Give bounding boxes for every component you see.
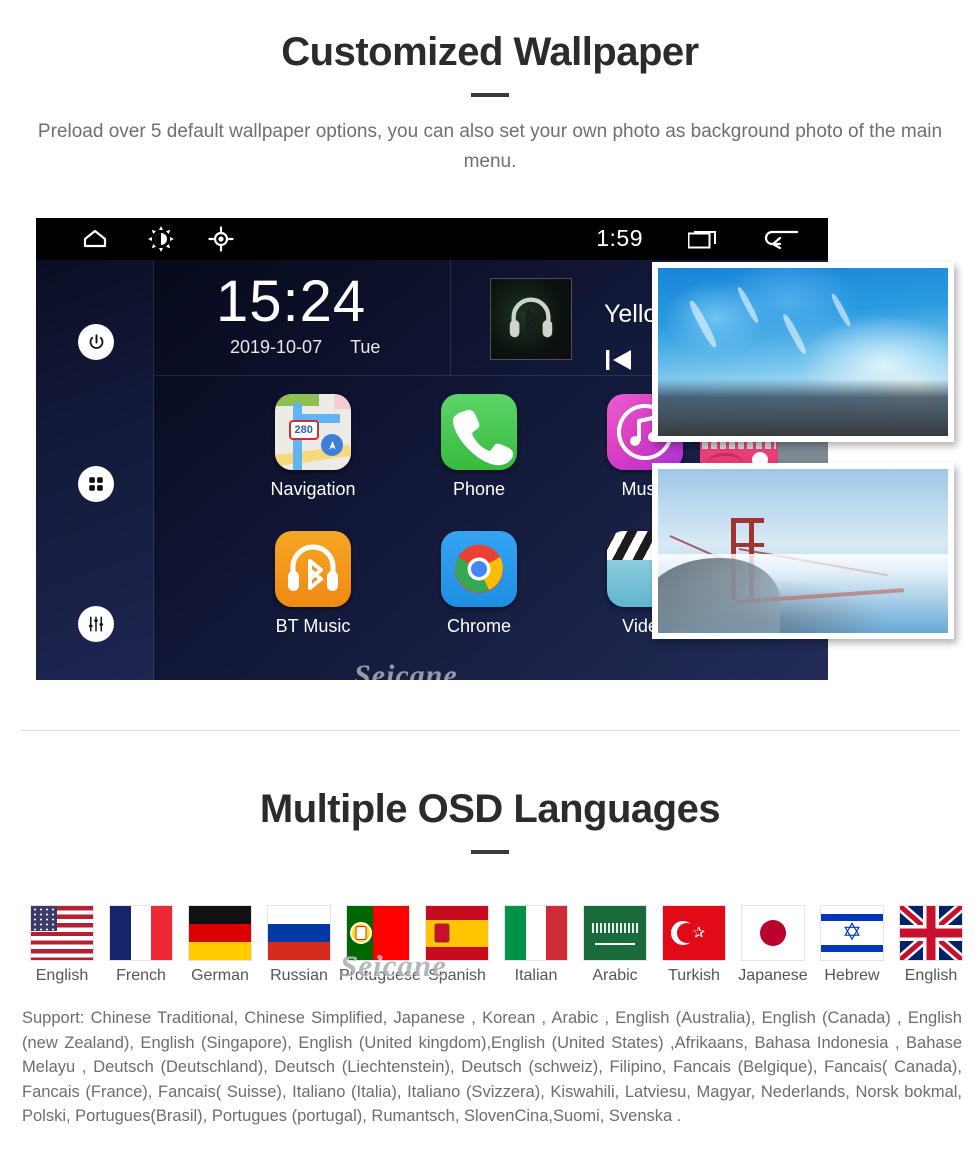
power-button[interactable] (78, 324, 114, 360)
languages-title: Multiple OSD Languages (259, 787, 721, 831)
flag-label: Arabic (592, 967, 638, 984)
language-option-english-us[interactable]: English (23, 905, 101, 985)
apps-button[interactable] (78, 466, 114, 502)
flag-label: Hebrew (824, 967, 880, 984)
app-navigation[interactable]: 280 Navigation (258, 394, 368, 500)
language-option-japanese[interactable]: Japanese (734, 905, 812, 985)
language-option-french[interactable]: French (102, 905, 180, 985)
flag-israel-icon: ✡ (820, 905, 884, 961)
languages-section-header: Multiple OSD Languages (0, 787, 980, 854)
status-bar-clock: 1:59 (596, 225, 643, 251)
flag-japan-icon (741, 905, 805, 961)
app-phone[interactable]: Phone (424, 394, 534, 500)
app-chrome[interactable]: Chrome (424, 531, 534, 637)
wallpaper-subtitle: Preload over 5 default wallpaper options… (37, 121, 943, 172)
ice-cave-wallpaper[interactable] (652, 262, 954, 442)
flag-turkey-icon: ✰ (662, 905, 726, 961)
title-divider (471, 93, 509, 97)
flag-label: Japanese (738, 967, 808, 984)
flag-label: Italian (514, 967, 558, 984)
flag-label: English (904, 967, 958, 984)
flag-label: Russian (270, 967, 328, 984)
clock-weekday: Tue (350, 337, 381, 357)
app-bt-music[interactable]: BT Music (258, 531, 368, 637)
pink-wallpaper-bar (702, 442, 776, 449)
language-option-arabic[interactable]: Arabic (576, 905, 654, 985)
clock-time: 15:24 (216, 269, 367, 334)
maps-icon: 280 (275, 394, 351, 470)
previous-track-icon[interactable] (604, 348, 634, 372)
app-label: Chrome (446, 616, 512, 636)
chrome-icon (441, 531, 517, 607)
left-rail (36, 260, 154, 680)
flag-label: Turkish (668, 967, 720, 984)
app-label: BT Music (275, 616, 351, 636)
phone-icon (441, 394, 517, 470)
gps-icon[interactable] (208, 226, 234, 252)
watermark-seicane: Seicane (340, 948, 447, 983)
flag-russia-icon (267, 905, 331, 961)
language-option-turkish[interactable]: ✰ Turkish (655, 905, 733, 985)
app-label: Navigation (270, 479, 356, 499)
clock-date: 2019-10-07 (230, 337, 323, 357)
page-title: Customized Wallpaper (281, 30, 699, 74)
flag-uk-icon (899, 905, 963, 961)
bluetooth-music-icon (275, 531, 351, 607)
language-option-russian[interactable]: Russian (260, 905, 338, 985)
flag-usa-icon (30, 905, 94, 961)
home-icon[interactable] (82, 226, 108, 252)
title-divider (471, 850, 509, 854)
flag-saudi-arabia-icon (583, 905, 647, 961)
flag-label: English (35, 967, 89, 984)
flag-italy-icon (504, 905, 568, 961)
watermark-seicane: Seicane (354, 659, 458, 680)
equalizer-button[interactable] (78, 606, 114, 642)
route-badge: 280 (288, 419, 319, 440)
pink-radio-wallpaper[interactable] (700, 440, 778, 464)
bridge-crossbeam (730, 542, 764, 547)
golden-gate-wallpaper[interactable] (652, 463, 954, 639)
recents-icon[interactable] (687, 229, 718, 249)
panel-divider (450, 260, 451, 376)
flag-strip: English French German Russian Protuguese… (0, 905, 980, 997)
product-feature-page: Customized Wallpaper Preload over 5 defa… (0, 0, 980, 1162)
flag-france-icon (109, 905, 173, 961)
flag-germany-icon (188, 905, 252, 961)
supported-languages-text: Support: Chinese Traditional, Chinese Si… (22, 1009, 962, 1125)
flag-label: French (116, 967, 166, 984)
language-option-italian[interactable]: Italian (497, 905, 575, 985)
android-status-bar: 1:59 (36, 218, 828, 260)
ice-cave-rocks (658, 378, 948, 436)
clock-date-row: 2019-10-07 Tue (230, 337, 380, 358)
language-option-english-uk[interactable]: English (892, 905, 970, 985)
bluetooth-headphones-icon (490, 278, 572, 360)
section-divider (20, 730, 960, 731)
bridge-hillside (658, 557, 780, 633)
back-icon[interactable] (764, 229, 799, 250)
language-option-hebrew[interactable]: ✡ Hebrew (813, 905, 891, 985)
app-label: Phone (452, 479, 506, 499)
wallpaper-section-header: Customized Wallpaper Preload over 5 defa… (0, 30, 980, 177)
language-option-german[interactable]: German (181, 905, 259, 985)
bridge-crossbeam (730, 518, 764, 524)
brightness-icon[interactable] (148, 226, 174, 252)
flag-label: German (191, 967, 249, 984)
